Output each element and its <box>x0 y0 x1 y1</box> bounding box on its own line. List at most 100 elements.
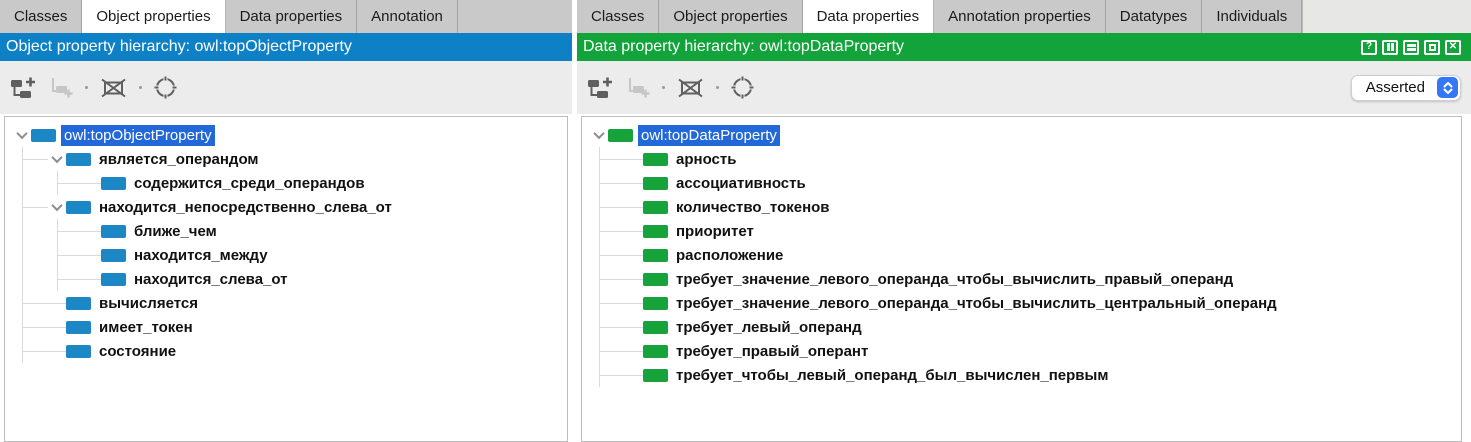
property-name[interactable]: находится_между <box>131 245 271 266</box>
tree-connector <box>625 195 643 219</box>
property-name[interactable]: ближе_чем <box>131 221 220 242</box>
tree-connector <box>48 339 66 363</box>
tab-datatypes[interactable]: Datatypes <box>1106 0 1203 33</box>
toolbar-separator-dot <box>662 86 665 89</box>
tree-indent-guide <box>590 147 625 171</box>
expand-toggle[interactable] <box>48 195 66 219</box>
tree-row[interactable]: находится_непосредственно_слева_от <box>5 195 567 219</box>
data-property-icon <box>643 153 668 166</box>
property-name[interactable]: owl:topObjectProperty <box>61 125 215 146</box>
property-name[interactable]: арность <box>673 149 739 170</box>
property-name[interactable]: приоритет <box>673 221 757 242</box>
view-selector-value: Asserted <box>1366 79 1425 96</box>
property-name[interactable]: находится_слева_от <box>131 269 291 290</box>
tab-data-properties[interactable]: Data properties <box>803 0 935 33</box>
property-name[interactable]: имеет_токен <box>96 317 196 338</box>
expand-toggle[interactable] <box>13 123 31 147</box>
tab-annotation-properties[interactable]: Annotation properties <box>934 0 1106 33</box>
view-title: Data property hierarchy: owl:topDataProp… <box>583 38 1361 56</box>
tree-connector <box>83 219 101 243</box>
expand-toggle[interactable] <box>590 123 608 147</box>
tab-object-properties[interactable]: Object properties <box>659 0 802 33</box>
tree-connector <box>83 243 101 267</box>
property-name[interactable]: находится_непосредственно_слева_от <box>96 197 395 218</box>
close-view-icon[interactable]: ✕ <box>1445 40 1461 55</box>
data-property-icon <box>643 201 668 214</box>
tree-row[interactable]: требует_левый_операнд <box>582 315 1461 339</box>
property-name[interactable]: количество_токенов <box>673 197 833 218</box>
data-property-icon <box>643 345 668 358</box>
property-name[interactable]: содержится_среди_операндов <box>131 173 368 194</box>
tree-indent-guide <box>590 339 625 363</box>
delete-property-icon[interactable] <box>100 77 127 99</box>
tree-row[interactable]: owl:topObjectProperty <box>5 123 567 147</box>
tab-object-properties[interactable]: Object properties <box>82 0 225 33</box>
data-property-tree: owl:topDataProperty арность ассоциативност… <box>581 116 1462 442</box>
add-sub-property-icon[interactable] <box>10 76 37 99</box>
data-property-icon <box>643 177 668 190</box>
add-sibling-property-icon[interactable] <box>49 76 73 99</box>
tree-row[interactable]: owl:topDataProperty <box>582 123 1461 147</box>
tree-row[interactable]: вычисляется <box>5 291 567 315</box>
help-icon[interactable]: ? <box>1361 40 1377 55</box>
float-view-icon[interactable] <box>1424 40 1440 55</box>
show-usage-icon[interactable] <box>154 76 177 99</box>
tree-row[interactable]: состояние <box>5 339 567 363</box>
object-property-icon <box>31 129 56 142</box>
tree-row[interactable]: находится_слева_от <box>5 267 567 291</box>
tree-row[interactable]: имеет_токен <box>5 315 567 339</box>
tree-indent-guide <box>590 315 625 339</box>
hierarchy-view-selector[interactable]: Asserted <box>1351 75 1461 101</box>
property-name[interactable]: вычисляется <box>96 293 201 314</box>
property-name[interactable]: требует_левый_операнд <box>673 317 865 338</box>
tab-individuals[interactable]: Individuals <box>1202 0 1302 33</box>
tree-row[interactable]: требует_правый_оперант <box>582 339 1461 363</box>
property-name[interactable]: требует_значение_левого_операнда_чтобы_в… <box>673 269 1236 290</box>
tree-indent-guide <box>590 219 625 243</box>
view-title: Object property hierarchy: owl:topObject… <box>6 38 566 56</box>
property-name[interactable]: owl:topDataProperty <box>638 125 780 146</box>
data-property-icon <box>643 321 668 334</box>
tree-row[interactable]: является_операндом <box>5 147 567 171</box>
object-property-icon <box>66 345 91 358</box>
split-vertically-icon[interactable] <box>1382 40 1398 55</box>
add-sub-property-icon[interactable] <box>587 76 614 99</box>
tab-classes[interactable]: Classes <box>0 0 82 33</box>
tree-row[interactable]: количество_токенов <box>582 195 1461 219</box>
property-name[interactable]: состояние <box>96 341 179 362</box>
property-name[interactable]: расположение <box>673 245 786 266</box>
property-name[interactable]: ассоциативность <box>673 173 809 194</box>
add-sibling-property-icon[interactable] <box>626 76 650 99</box>
expand-toggle[interactable] <box>48 147 66 171</box>
tree-row[interactable]: содержится_среди_операндов <box>5 171 567 195</box>
tree-row[interactable]: ассоциативность <box>582 171 1461 195</box>
tree-indent-guide <box>590 291 625 315</box>
tab-annotation[interactable]: Annotation <box>357 0 458 33</box>
delete-property-icon[interactable] <box>677 77 704 99</box>
tree-indent-guide <box>590 171 625 195</box>
data-property-icon <box>643 297 668 310</box>
tree-row[interactable]: приоритет <box>582 219 1461 243</box>
show-usage-icon[interactable] <box>731 76 754 99</box>
tab-classes[interactable]: Classes <box>577 0 659 33</box>
tree-row[interactable]: ближе_чем <box>5 219 567 243</box>
tree-row[interactable]: требует_значение_левого_операнда_чтобы_в… <box>582 291 1461 315</box>
property-name[interactable]: требует_чтобы_левый_операнд_был_вычислен… <box>673 365 1111 386</box>
tab-bar-filler <box>1302 0 1471 33</box>
left-toolbar <box>0 61 572 114</box>
property-name[interactable]: является_операндом <box>96 149 262 170</box>
property-name[interactable]: требует_правый_оперант <box>673 341 871 362</box>
tree-indent-guide <box>48 243 83 267</box>
property-name[interactable]: требует_значение_левого_операнда_чтобы_в… <box>673 293 1280 314</box>
tree-row[interactable]: арность <box>582 147 1461 171</box>
tree-connector <box>625 315 643 339</box>
split-horizontally-icon[interactable] <box>1403 40 1419 55</box>
data-property-icon <box>643 273 668 286</box>
object-properties-panel: ClassesObject propertiesData propertiesA… <box>0 0 572 442</box>
tree-row[interactable]: требует_чтобы_левый_операнд_был_вычислен… <box>582 363 1461 387</box>
tree-row[interactable]: расположение <box>582 243 1461 267</box>
tree-row[interactable]: требует_значение_левого_операнда_чтобы_в… <box>582 267 1461 291</box>
tab-data-properties[interactable]: Data properties <box>226 0 358 33</box>
tree-row[interactable]: находится_между <box>5 243 567 267</box>
tree-connector <box>625 171 643 195</box>
